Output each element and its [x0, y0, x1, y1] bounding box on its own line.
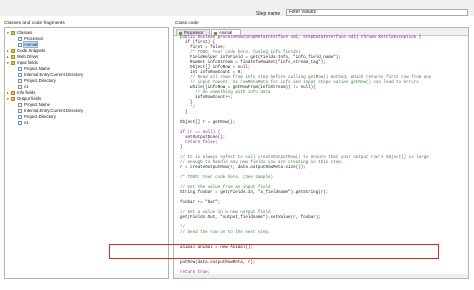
code-line: /* TODO: Your code here. (See Sample) [180, 176, 273, 180]
tree-item-label: Project.Name [24, 66, 51, 71]
tree-item[interactable]: ▸ Web Driver [7, 54, 38, 59]
tree-item[interactable]: Internal.Entry.Current.Directory [14, 72, 83, 77]
tree-item-label: Info fields [17, 90, 36, 95]
tree-item-label: Output fields [17, 96, 42, 101]
class-code-panel-title: Class code [175, 21, 199, 26]
tab-label: Processor [184, 30, 204, 35]
classes-tree-panel: ▾ Classes Processor Animal ▸ Code Snippets ▸ We… [4, 27, 169, 279]
code-line: foobar += "bar"; [180, 201, 221, 205]
field-icon [18, 85, 22, 89]
code-line: get(Fields.Out, "output_fieldname").setV… [180, 216, 321, 220]
folder-icon [11, 49, 15, 53]
field-icon [18, 79, 22, 83]
field-icon [18, 121, 22, 125]
stepname-row: Step name [0, 0, 474, 17]
tree-item-label: Processor [24, 36, 44, 41]
tree-item-label: Web Driver [17, 54, 39, 59]
tree-item[interactable]: Project.Directory [14, 114, 56, 119]
stepname-input[interactable] [286, 9, 468, 16]
tree-item-label: Classes [17, 30, 33, 35]
code-line: // Send the row on to the next step. [180, 231, 271, 235]
tab-label: Animal [219, 30, 233, 35]
field-icon [18, 115, 22, 119]
tab-processor[interactable]: Processor [176, 29, 210, 35]
code-line: r = createOutputRow(r, data.outputRowMet… [180, 166, 306, 170]
tree-item[interactable]: Internal.Entry.Current.Directory [14, 108, 83, 113]
tree-item[interactable]: ▾ Classes [7, 30, 32, 35]
tree-item-label: v1 [24, 120, 29, 125]
tree-item-label: Animal [22, 41, 39, 48]
tree-item-label: Internal.Entry.Current.Directory [24, 72, 84, 77]
tree-item[interactable]: Project.Directory [14, 78, 56, 83]
folder-icon [11, 97, 15, 101]
tree-item-label: Input fields [17, 60, 38, 65]
tree-item-label: Project.Directory [24, 114, 56, 119]
horizontal-scrollbar[interactable] [174, 274, 468, 278]
tab-animal[interactable]: Animal [211, 29, 241, 35]
code-line: String foobar = get(Fields.In, "a_fieldn… [180, 191, 329, 195]
code-editor[interactable]: public boolean processRow(StepMetaInterf… [174, 36, 468, 278]
code-line: } [180, 146, 183, 150]
code-line: putRow(data.outputRowMeta, r); [180, 261, 256, 265]
class-icon [214, 31, 217, 35]
folder-icon [11, 31, 15, 35]
tree-item[interactable]: ▸ Info fields [7, 90, 35, 95]
class-icon [18, 37, 22, 41]
stepname-label: Step name [256, 11, 281, 17]
code-line: } [180, 111, 188, 115]
tree-item[interactable]: ▸ Code Snippets [7, 48, 45, 53]
tree-item-label: Project.Directory [24, 78, 56, 83]
code-tabbar: Processor Animal [174, 28, 468, 36]
code-line: public boolean processRow(StepMetaInterf… [180, 36, 422, 40]
tree-item-label: Project.Name [24, 102, 51, 107]
tree-item-label: v1 [24, 84, 29, 89]
tree-item-label: Internal.Entry.Current.Directory [24, 108, 84, 113]
tree-item[interactable]: Processor [14, 36, 43, 41]
folder-icon [11, 61, 15, 65]
folder-icon [11, 55, 15, 59]
classes-panel-title: Classes and code fragments [4, 21, 65, 26]
field-icon [18, 103, 22, 107]
field-icon [18, 73, 22, 77]
tree-item[interactable]: Project.Name [14, 66, 50, 71]
tree-item[interactable]: v1 [14, 84, 29, 89]
tree-item[interactable]: ▾ Input fields [7, 60, 38, 65]
class-icon [18, 43, 22, 47]
code-line: return false; [180, 141, 218, 145]
tree-item[interactable]: ▾ Output fields [7, 96, 41, 101]
tree-item[interactable]: Project.Name [14, 102, 50, 107]
tree-item[interactable]: v1 [14, 120, 29, 125]
field-icon [18, 109, 22, 113]
folder-icon [11, 91, 15, 95]
class-icon [179, 31, 182, 35]
field-icon [18, 67, 22, 71]
tree-item-label: Code Snippets [17, 48, 46, 53]
class-code-panel: Processor Animal public boolean processR… [173, 27, 469, 279]
code-line: Object[] r = getRow(); [180, 121, 236, 125]
highlight-box [109, 244, 439, 259]
tree-item[interactable]: Animal [14, 41, 39, 48]
